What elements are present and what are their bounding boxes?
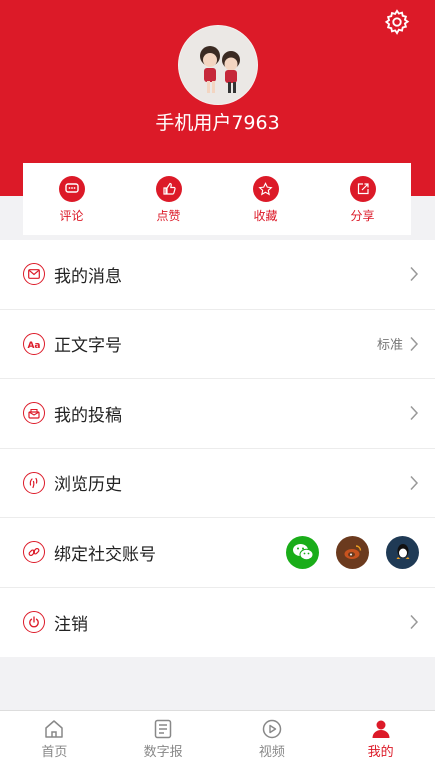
avatar[interactable] bbox=[178, 25, 258, 105]
chevron-right-icon bbox=[410, 475, 419, 490]
power-icon bbox=[23, 611, 45, 634]
submission-icon bbox=[23, 402, 45, 425]
font-aa-icon: Aa bbox=[23, 332, 45, 355]
chevron-right-icon bbox=[410, 406, 419, 421]
share-label: 分享 bbox=[350, 209, 375, 223]
weibo-icon[interactable] bbox=[336, 535, 369, 569]
share-icon bbox=[349, 176, 376, 202]
svg-text:Aa: Aa bbox=[27, 341, 40, 349]
chevron-right-icon bbox=[410, 336, 419, 351]
thumbs-up-icon bbox=[155, 176, 182, 202]
menu-item-submissions[interactable]: 我的投稿 bbox=[0, 379, 435, 449]
tab-video[interactable]: 视频 bbox=[218, 711, 327, 760]
menu-item-label: 我的投稿 bbox=[54, 405, 122, 426]
wechat-icon[interactable] bbox=[286, 535, 319, 569]
history-icon bbox=[23, 471, 45, 494]
menu-item-font-size[interactable]: Aa 正文字号 标准 bbox=[0, 310, 435, 379]
settings-menu: 我的消息 Aa 正文字号 标准 我的投稿 浏览历史 绑定社交账号 注销 bbox=[0, 240, 435, 657]
tab-label: 首页 bbox=[41, 745, 68, 760]
menu-item-label: 我的消息 bbox=[54, 266, 122, 287]
menu-item-label: 正文字号 bbox=[54, 336, 122, 357]
home-icon bbox=[45, 720, 64, 738]
share-button[interactable]: 分享 bbox=[314, 163, 411, 235]
play-icon bbox=[262, 719, 282, 739]
tab-mine[interactable]: 我的 bbox=[326, 711, 435, 760]
menu-item-messages[interactable]: 我的消息 bbox=[0, 240, 435, 310]
menu-item-label: 注销 bbox=[54, 614, 88, 635]
avatar-image bbox=[179, 26, 257, 104]
comment-button[interactable]: 评论 bbox=[23, 163, 120, 235]
menu-item-history[interactable]: 浏览历史 bbox=[0, 449, 435, 518]
chevron-right-icon bbox=[410, 267, 419, 282]
envelope-icon bbox=[23, 263, 45, 286]
star-icon bbox=[252, 176, 279, 202]
comment-icon bbox=[58, 176, 85, 202]
tab-home[interactable]: 首页 bbox=[0, 711, 109, 760]
qq-icon[interactable] bbox=[386, 535, 419, 569]
tab-digital-paper[interactable]: 数字报 bbox=[109, 711, 218, 760]
comment-label: 评论 bbox=[59, 209, 84, 223]
menu-item-logout[interactable]: 注销 bbox=[0, 588, 435, 658]
menu-item-social-link[interactable]: 绑定社交账号 bbox=[0, 518, 435, 588]
username: 手机用户7963 bbox=[155, 112, 280, 134]
tab-label: 数字报 bbox=[143, 745, 183, 760]
like-label: 点赞 bbox=[156, 209, 181, 223]
favorite-button[interactable]: 收藏 bbox=[217, 163, 314, 235]
newspaper-icon bbox=[154, 719, 172, 739]
action-bar: 评论 点赞 收藏 分享 bbox=[23, 163, 411, 235]
link-icon bbox=[23, 541, 45, 564]
gear-icon[interactable] bbox=[383, 8, 411, 36]
favorite-label: 收藏 bbox=[253, 209, 278, 223]
font-size-value: 标准 bbox=[376, 338, 403, 354]
bottom-tab-bar: 首页 数字报 视频 我的 bbox=[0, 710, 435, 760]
tab-label: 我的 bbox=[367, 745, 394, 760]
menu-item-label: 浏览历史 bbox=[54, 475, 122, 496]
like-button[interactable]: 点赞 bbox=[120, 163, 217, 235]
menu-item-label: 绑定社交账号 bbox=[54, 544, 156, 565]
tab-label: 视频 bbox=[258, 745, 285, 760]
person-icon bbox=[372, 720, 390, 738]
chevron-right-icon bbox=[410, 615, 419, 630]
